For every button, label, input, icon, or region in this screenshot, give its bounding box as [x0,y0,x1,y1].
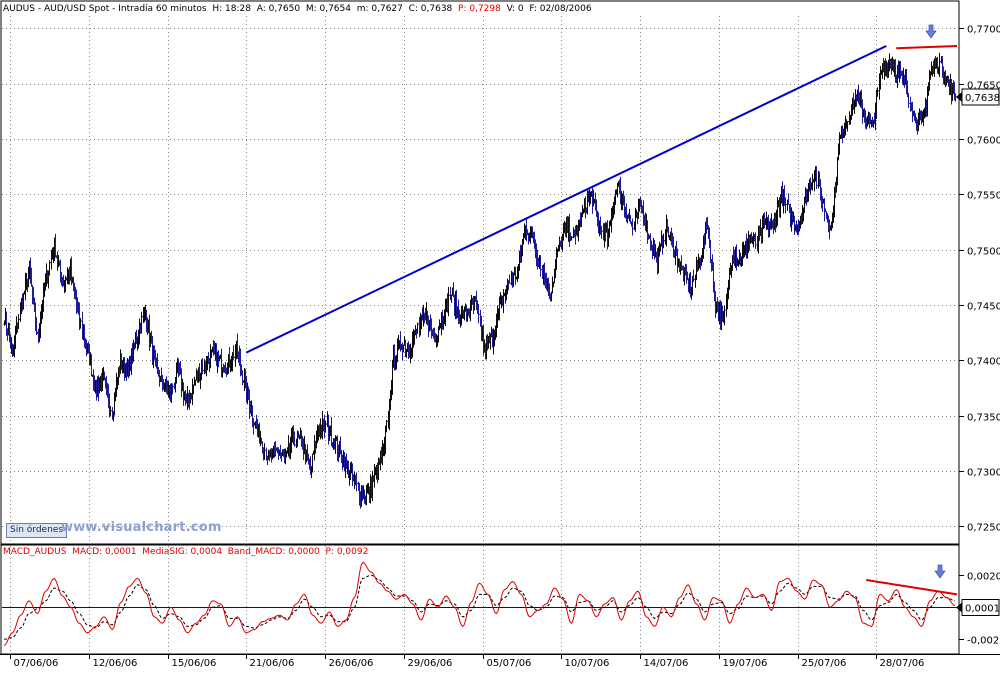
macd-y-tick-label: -0,0020 [967,636,1000,647]
x-tick-label: 05/07/06 [487,658,532,669]
x-tick-label: 25/07/06 [802,658,847,669]
y-tick-label: 0,7350 [967,413,1000,424]
macd-p-value: P: 0,0092 [325,547,369,557]
y-tick-label: 0,7300 [967,468,1000,479]
macd-name: MACD_AUDUS [3,547,67,557]
x-tick-label: 28/07/06 [880,658,925,669]
x-tick-label: 19/07/06 [723,658,768,669]
price-last-value: 0,7638 [956,88,1000,106]
price-header: AUDUS - AUD/USD Spot - Intradía 60 minut… [3,4,592,14]
y-tick-label: 0,7550 [967,191,1000,202]
y-tick-label: 0,7250 [967,523,1000,534]
x-tick-label: 14/07/06 [644,658,689,669]
macd-y-tick-label: 0,0020 [967,572,1000,583]
period: Intradía 60 minutos [118,4,207,14]
symbol: AUDUS [3,4,35,14]
y-tick-label: 0,7450 [967,302,1000,313]
p-value: P: 0,7298 [458,4,501,14]
open-value: A: 0,7650 [256,4,301,14]
watermark: www.visualchart.com [61,520,222,535]
x-tick-label: 12/06/06 [93,658,138,669]
x-tick-label: 21/06/06 [250,658,295,669]
volume-value: V: 0 [506,4,524,14]
x-tick-label: 10/07/06 [565,658,610,669]
high-value: M: 0,7654 [305,4,351,14]
orders-badge[interactable]: Sin órdenes [6,523,68,538]
macd-value: MACD: 0,0001 [72,547,137,557]
x-tick-label: 15/06/06 [172,658,217,669]
x-tick-label: 26/06/06 [329,658,374,669]
last-value-label: 0,7638 [965,93,1000,104]
signal-value: MediaSIG: 0,0004 [142,547,223,557]
band-value: Band_MACD: 0,0000 [227,547,320,557]
macd-header: MACD_AUDUS MACD: 0,0001 MediaSIG: 0,0004… [3,546,368,558]
x-tick-label: 07/06/06 [14,658,59,669]
date-value: F: 02/08/2006 [529,4,592,14]
chart-window: 07/06/06 12/06/06 15/06/06 21/06/06 26/06/06… [0,0,1000,673]
last-value-label: 0,0001 [965,604,1000,615]
x-tick-label: 29/06/06 [408,658,453,669]
low-value: m: 0,7627 [356,4,403,14]
time-value: H: 18:28 [212,4,251,14]
close-value: C: 0,7638 [408,4,453,14]
y-tick-label: 0,7600 [967,136,1000,147]
description: AUD/USD Spot [43,4,110,14]
y-tick-label: 0,7700 [967,25,1000,36]
macd-last-value: 0,0001 [956,599,1000,616]
y-tick-label: 0,7400 [967,357,1000,368]
y-tick-label: 0,7500 [967,247,1000,258]
